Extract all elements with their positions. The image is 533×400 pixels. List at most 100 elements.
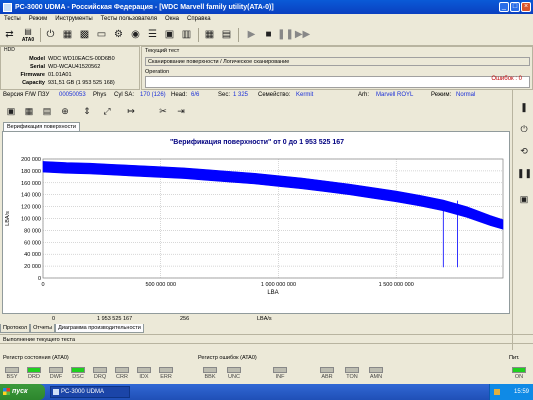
range-icon[interactable]: ↦ (124, 104, 138, 118)
save-icon[interactable]: ▣ (4, 104, 18, 118)
hdd-key: Model (29, 56, 45, 62)
error-led-label: BBK (204, 374, 216, 380)
menu-tests[interactable]: Тесты (0, 16, 25, 22)
taskbar: пуск PC-3000 UDMA 15:59 (0, 384, 533, 400)
error-led-label: UNC (228, 374, 240, 380)
error-led-label: ABR (321, 374, 333, 380)
state-led-label: DWF (49, 374, 63, 380)
error-led-bbk (203, 367, 217, 373)
chip2-icon[interactable]: ▩ (77, 27, 92, 42)
tab-log[interactable]: Протокол (0, 324, 31, 333)
fit-icon[interactable]: ⤢ (100, 104, 114, 118)
ata0-button[interactable]: ▤ ATA0 (19, 27, 37, 43)
task-label: PC-3000 UDMA (61, 389, 105, 395)
main-toolbar: ⇄ ▤ ATA0 ⏻ ▦ ▩ ▭ ⚙ ◉ ☰ ▣ ▥ ▦ ▤ ▶ ■ ❚❚ ▶▶ (0, 24, 533, 46)
error-register-caption: Регистр ошибок (ATA0) (198, 355, 257, 361)
menu-mode[interactable]: Режим (25, 16, 52, 22)
power-icon[interactable]: ⏻ (43, 27, 58, 42)
state-led-dwf (49, 367, 63, 373)
state-led-drd (27, 367, 41, 373)
start-button[interactable]: пуск (0, 384, 45, 400)
unit-label: LBA/s (257, 316, 272, 322)
error-led-abr (320, 367, 334, 373)
export-icon[interactable]: ⇥ (174, 104, 188, 118)
start-label: пуск (12, 388, 28, 395)
table-icon[interactable]: ▤ (40, 104, 54, 118)
zoom-in-icon[interactable]: ⊕ (58, 104, 72, 118)
tab-reports[interactable]: Отчеты (30, 324, 56, 333)
error-led-label: AMN (369, 374, 383, 380)
hdd-key: Firmware (20, 72, 45, 78)
y-tick-label: 160 000 (21, 181, 41, 187)
sec-value: 1 325 (233, 92, 249, 98)
app-icon (3, 2, 12, 12)
state-led-label: ERR (160, 374, 172, 380)
tray-icon[interactable] (494, 389, 500, 395)
y-tick-label: 100 000 (21, 217, 41, 223)
y-tick-label: 40 000 (24, 252, 41, 258)
family-label: Семейство: (258, 92, 291, 98)
maximize-button[interactable]: □ (510, 2, 520, 12)
state-led-crr (115, 367, 129, 373)
window-title: PC-3000 UDMA - Российская Федерация - [W… (15, 3, 274, 11)
mode-value: Normal (456, 92, 476, 98)
taskbar-app-button[interactable]: PC-3000 UDMA (50, 386, 130, 398)
y-tick-label: 180 000 (21, 169, 41, 175)
state-led-label: IDX (139, 374, 149, 380)
table-icon[interactable]: ▥ (179, 27, 194, 42)
state-led-label: BSY (6, 374, 18, 380)
power-led-label: ON (514, 374, 524, 380)
error-led-inf (273, 367, 287, 373)
menu-user-tests[interactable]: Тесты пользователя (97, 16, 161, 22)
play-icon[interactable]: ▶ (244, 27, 259, 42)
fw-label: Версия F/W ПЗУ (3, 92, 50, 98)
hdd-key: Serial (30, 64, 45, 70)
chip-icon[interactable]: ▦ (60, 27, 75, 42)
step-icon[interactable]: ▶▶ (295, 27, 310, 42)
fw-value: 00050053 (59, 92, 86, 98)
report-icon[interactable]: ▤ (219, 27, 234, 42)
stop-icon[interactable]: ❚ (517, 100, 531, 114)
operation-field (145, 76, 530, 88)
side-toolbar: ❚ ⏻ ⟲ ❚❚ ▣ (512, 90, 533, 350)
menu-windows[interactable]: Окна (161, 16, 183, 22)
arrow-icon[interactable]: ⇄ (2, 27, 17, 42)
power-icon[interactable]: ⏻ (517, 122, 531, 136)
test-name-field: Сканирование поверхности / Логическое ск… (145, 57, 530, 66)
error-led-ton (345, 367, 359, 373)
reset-icon[interactable]: ⟲ (517, 144, 531, 158)
hdd-value: WDC WD10EACS-00D6B0 (48, 56, 115, 62)
current-test-panel: Текущий тест Сканирование поверхности / … (141, 46, 533, 90)
pause-icon[interactable]: ❚❚ (517, 166, 532, 180)
cyl-value: 170 (126) (140, 92, 166, 98)
grid-icon[interactable]: ▦ (22, 104, 36, 118)
close-button[interactable]: × (521, 2, 531, 12)
stop-icon[interactable]: ■ (261, 27, 276, 42)
grid-icon[interactable]: ▦ (202, 27, 217, 42)
windows-logo-icon (3, 388, 10, 395)
disk-icon[interactable]: ◉ (128, 27, 143, 42)
gear-icon[interactable]: ⚙ (111, 27, 126, 42)
menu-help[interactable]: Справка (183, 16, 215, 22)
hdd-panel: HDD Model WDC WD10EACS-00D6B0 Serial WD-… (0, 46, 140, 90)
head-label: Head: (171, 92, 188, 98)
tools-icon[interactable]: ✂ (156, 104, 170, 118)
arch-label: Arh: (358, 92, 370, 98)
x-tick-label: 1 500 000 000 (379, 282, 414, 288)
operation-caption: Operation (145, 69, 170, 75)
current-test-progress: Выполнение текущего теста (0, 334, 533, 344)
scale-icon[interactable]: ⇕ (80, 104, 94, 118)
error-led-label: INF (275, 374, 285, 380)
menu-tools[interactable]: Инструменты (51, 16, 96, 22)
x-tick-label: 0 (41, 282, 44, 288)
tab-performance[interactable]: Диаграмма производительности (55, 324, 144, 333)
drive-icon[interactable]: ▣ (517, 192, 531, 206)
app-icon (53, 389, 59, 395)
y-axis-label: LBA/s (5, 211, 11, 226)
pause-icon[interactable]: ❚❚ (277, 27, 294, 42)
sector-icon[interactable]: ▣ (162, 27, 177, 42)
drive-icon[interactable]: ▭ (94, 27, 109, 42)
state-led-err (159, 367, 173, 373)
list-icon[interactable]: ☰ (145, 27, 160, 42)
minimize-button[interactable]: _ (499, 2, 509, 12)
